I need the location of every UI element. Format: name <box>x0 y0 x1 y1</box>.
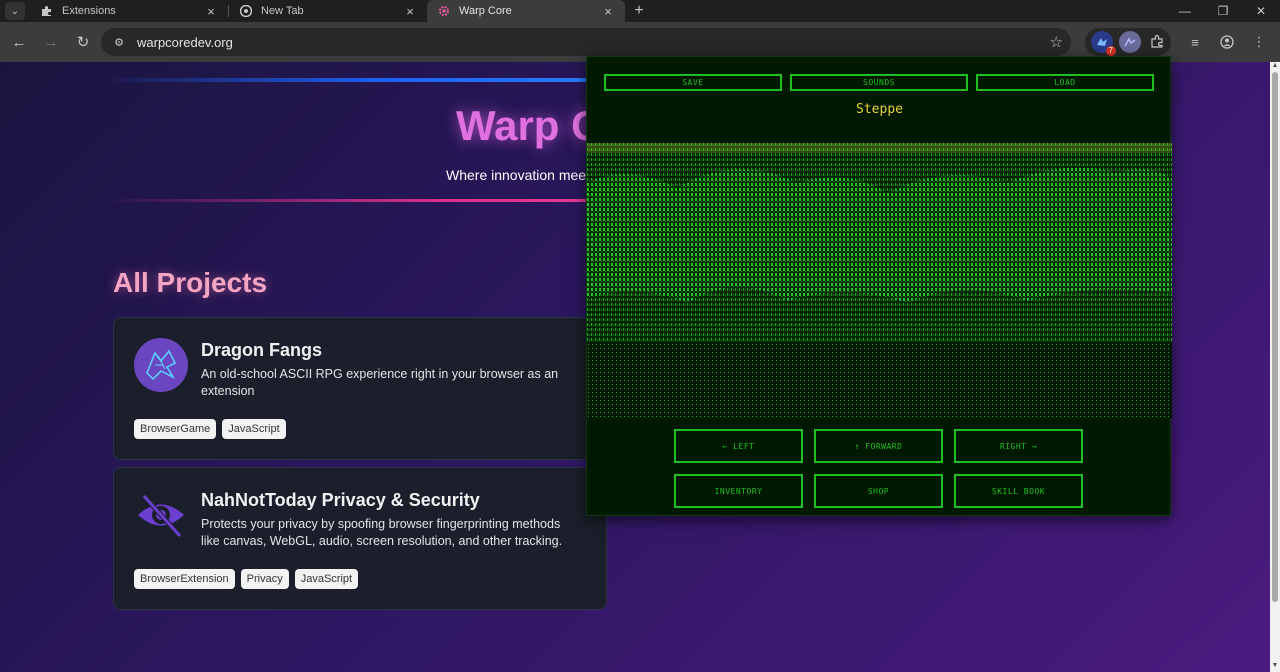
nahnottoday-extension-icon[interactable] <box>1119 31 1141 53</box>
media-controls-icon[interactable]: ≡ <box>1184 31 1206 53</box>
project-card-nahnottoday[interactable]: NahNotToday Privacy & Security Protects … <box>113 467 607 610</box>
left-button[interactable]: ← LEFT <box>674 429 803 463</box>
extensions-group: 7 <box>1085 28 1171 56</box>
project-name: Dragon Fangs <box>201 340 323 360</box>
dragon-icon <box>134 338 188 392</box>
skill-book-button[interactable]: SKILL BOOK <box>954 474 1083 508</box>
close-icon[interactable]: × <box>204 4 218 19</box>
location-name: Steppe <box>856 102 903 117</box>
dragon-fangs-popup: SAVE SOUNDS LOAD Steppe ← LEFT ↑ FORWARD… <box>586 56 1172 516</box>
load-button[interactable]: LOAD <box>976 74 1154 91</box>
project-name: NahNotToday Privacy & Security <box>201 490 480 510</box>
project-tags: BrowserGame JavaScript <box>134 419 286 439</box>
close-window-icon[interactable]: ✕ <box>1242 0 1280 22</box>
shop-button[interactable]: SHOP <box>814 474 943 508</box>
extension-badge: 7 <box>1105 46 1116 56</box>
project-card-dragon-fangs[interactable]: Dragon Fangs An old-school ASCII RPG exp… <box>113 317 607 460</box>
gear-icon <box>437 4 451 18</box>
back-button[interactable]: ← <box>4 27 34 57</box>
tab-search-button[interactable]: ⌄ <box>0 0 30 22</box>
chrome-icon <box>239 4 253 18</box>
sounds-button[interactable]: SOUNDS <box>790 74 968 91</box>
bookmark-star-icon[interactable]: ☆ <box>1050 33 1063 51</box>
header-divider-blue <box>100 78 600 82</box>
tab-warp-core[interactable]: Warp Core × <box>427 0 625 22</box>
close-icon[interactable]: × <box>403 4 417 19</box>
more-menu-icon[interactable]: ⋮ <box>1248 31 1270 53</box>
site-settings-icon[interactable]: ⚙ <box>109 36 129 49</box>
toolbar-right: ≡ ⋮ <box>1184 28 1270 56</box>
restore-icon[interactable]: ❐ <box>1204 0 1242 22</box>
site-tagline: Where innovation meets <box>446 167 597 183</box>
ascii-scene <box>587 143 1172 418</box>
profile-icon[interactable] <box>1216 31 1238 53</box>
extensions-menu-icon[interactable] <box>1147 34 1169 51</box>
project-tags: BrowserExtension Privacy JavaScript <box>134 569 359 589</box>
scroll-up-icon[interactable]: ▲ <box>1270 62 1280 72</box>
tab-strip: ⌄ Extensions × New Tab × Warp Core × + —… <box>0 0 1280 22</box>
window-controls: — ❐ ✕ <box>1166 0 1280 22</box>
minimize-icon[interactable]: — <box>1166 0 1204 22</box>
close-icon[interactable]: × <box>601 4 615 19</box>
tag: JavaScript <box>222 419 286 439</box>
save-button[interactable]: SAVE <box>604 74 782 91</box>
puzzle-icon <box>40 4 54 18</box>
project-description: An old-school ASCII RPG experience right… <box>201 367 559 398</box>
tab-title: Warp Core <box>459 5 512 17</box>
project-description: Protects your privacy by spoofing browse… <box>201 517 563 548</box>
reload-button[interactable]: ↻ <box>68 27 98 57</box>
dragon-fangs-extension-icon[interactable]: 7 <box>1091 31 1116 56</box>
scrollbar-thumb[interactable] <box>1272 72 1278 602</box>
scroll-down-icon[interactable]: ▼ <box>1270 662 1280 672</box>
url-text: warpcoredev.org <box>137 34 233 50</box>
tab-extensions[interactable]: Extensions × <box>30 0 228 22</box>
tab-title: Extensions <box>62 5 116 17</box>
tag: Privacy <box>240 569 289 589</box>
tab-title: New Tab <box>261 5 304 17</box>
tag: BrowserExtension <box>134 569 235 589</box>
right-button[interactable]: RIGHT → <box>954 429 1083 463</box>
forward-button-game[interactable]: ↑ FORWARD <box>814 429 943 463</box>
tag: BrowserGame <box>134 419 217 439</box>
new-tab-button[interactable]: + <box>625 0 653 22</box>
site-title: Warp C <box>456 102 602 149</box>
address-bar[interactable]: ⚙ warpcoredev.org ☆ <box>101 28 1071 56</box>
forward-button[interactable]: → <box>36 27 66 57</box>
inventory-button[interactable]: INVENTORY <box>674 474 803 508</box>
eye-off-icon <box>134 488 188 542</box>
page-scrollbar[interactable]: ▲ ▼ <box>1270 62 1280 672</box>
tab-new-tab[interactable]: New Tab × <box>229 0 427 22</box>
section-title: All Projects <box>113 267 268 298</box>
header-divider-pink <box>100 199 600 202</box>
tag: JavaScript <box>294 569 359 589</box>
chevron-down-icon: ⌄ <box>5 2 25 20</box>
